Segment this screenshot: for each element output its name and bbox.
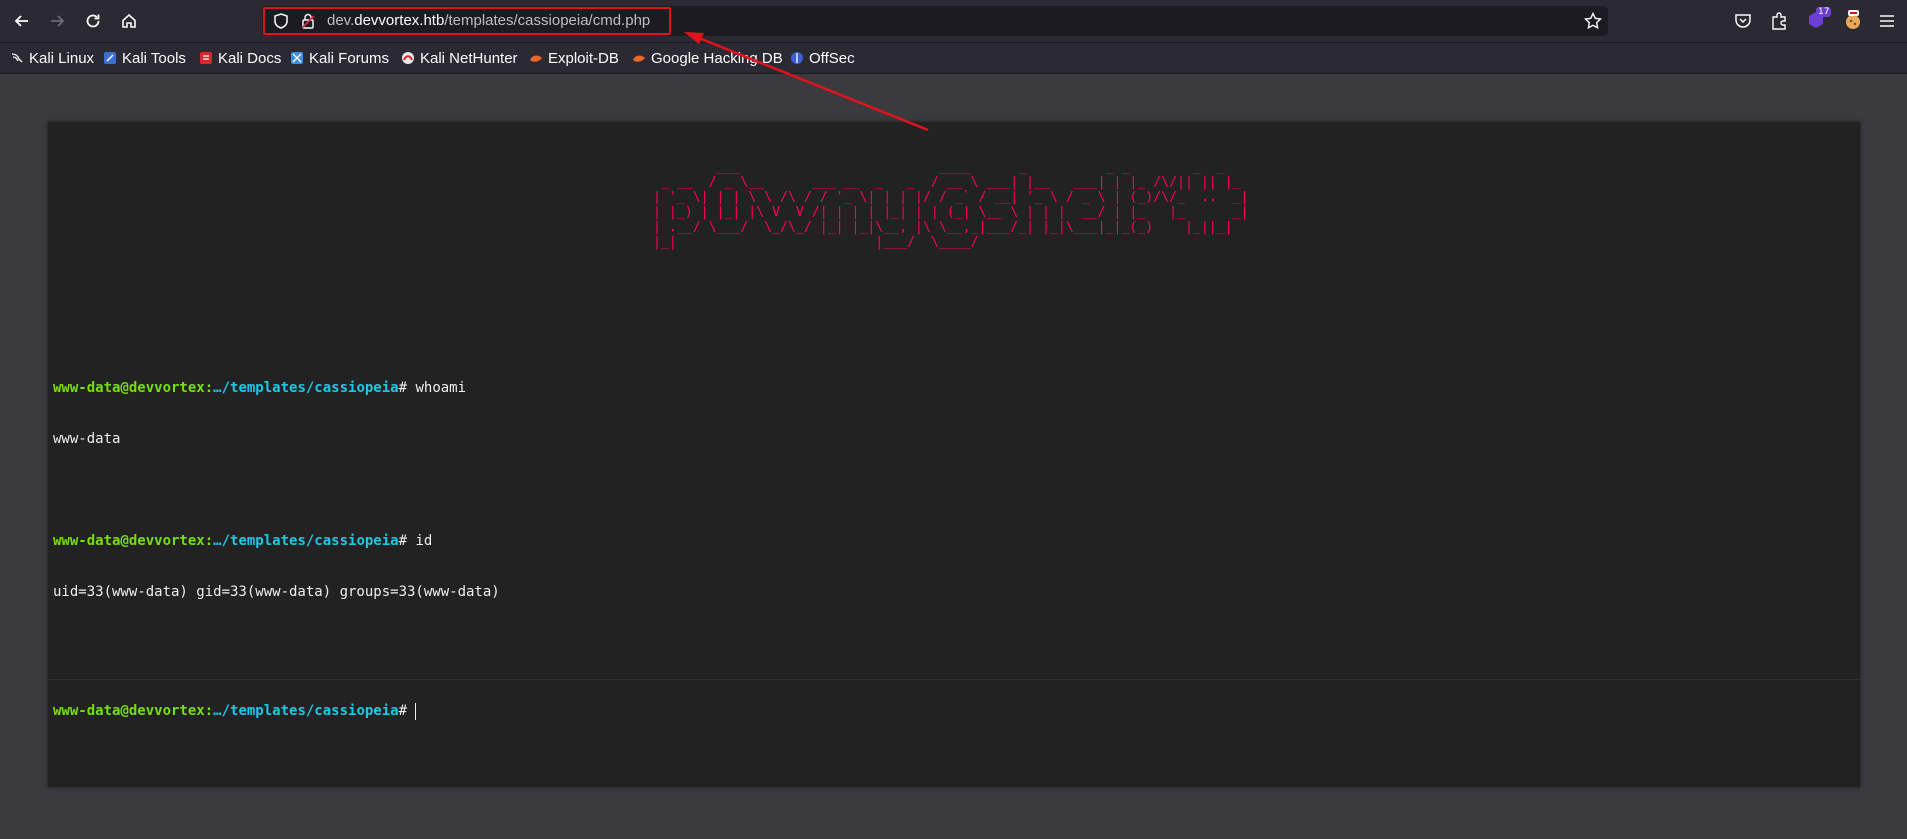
- bookmark-kali-forums[interactable]: Kali Forums: [290, 48, 389, 68]
- prompt-separator: :: [204, 533, 214, 549]
- prompt-separator: :: [204, 380, 214, 396]
- home-button[interactable]: [115, 7, 143, 35]
- prompt-path: …/templates/cassiopeia: [213, 702, 399, 719]
- prompt-user: www-data@devvortex: [53, 702, 205, 719]
- bookmarks-toolbar: Kali Linux Kali Tools Kali Docs Kali For…: [0, 43, 1907, 74]
- menu-icon[interactable]: [1877, 11, 1897, 31]
- bookmark-google-hacking-db[interactable]: Google Hacking DB: [632, 48, 783, 68]
- reload-button[interactable]: [79, 7, 107, 35]
- shell-ascii-banner: ___ ____ _ _ _ _ _ _ __ / _ \__ ___ __ _…: [653, 160, 1249, 250]
- nethunter-icon: [402, 52, 414, 64]
- shell-blank-line: [53, 482, 1853, 499]
- arrow-right-icon: [51, 15, 65, 27]
- prompt-path: …/templates/cassiopeia: [213, 533, 399, 549]
- back-button[interactable]: [8, 7, 36, 35]
- exploit-db-icon: [530, 55, 542, 62]
- url-text[interactable]: dev.devvortex.htb/templates/cassiopeia/c…: [327, 12, 650, 29]
- bookmark-label: Kali Docs: [218, 49, 282, 67]
- bookmark-offsec[interactable]: OffSec: [790, 48, 855, 68]
- prompt-user: www-data@devvortex: [53, 533, 205, 549]
- reload-icon: [86, 14, 100, 28]
- kali-dragon-icon: [11, 53, 23, 63]
- bookmark-exploit-db[interactable]: Exploit-DB: [529, 48, 619, 68]
- bookmark-kali-nethunter[interactable]: Kali NetHunter: [401, 48, 518, 68]
- shell-command-output: www-data: [53, 431, 121, 447]
- shell-command-input[interactable]: [415, 702, 1817, 720]
- extension-badge-button[interactable]: 17: [1806, 7, 1832, 32]
- home-icon: [122, 13, 136, 28]
- prompt-hash: #: [398, 533, 408, 549]
- prompt-path: …/templates/cassiopeia: [213, 380, 399, 396]
- page-content: ___ ____ _ _ _ _ _ _ __ / _ \__ ___ __ _…: [0, 74, 1907, 839]
- extensions-icon[interactable]: [1769, 11, 1789, 31]
- bookmark-label: Kali Linux: [29, 49, 95, 67]
- prompt-hash: #: [398, 702, 408, 719]
- bookmark-label: Kali Forums: [309, 49, 390, 67]
- url-domain: devvortex.htb: [354, 12, 445, 29]
- bookmark-kali-tools[interactable]: Kali Tools: [103, 48, 186, 68]
- arrow-left-icon: [14, 15, 28, 27]
- shield-icon[interactable]: [272, 12, 290, 30]
- kali-forums-icon: [291, 52, 303, 64]
- cookie-extension-button[interactable]: [1843, 9, 1865, 33]
- bookmark-label: OffSec: [809, 49, 855, 67]
- bookmark-label: Kali Tools: [122, 49, 186, 67]
- forward-button[interactable]: [43, 7, 71, 35]
- kali-tools-icon: [104, 52, 116, 64]
- prompt-hash: #: [398, 380, 408, 396]
- bookmark-kali-docs[interactable]: Kali Docs: [199, 48, 281, 68]
- shell-command: id: [415, 533, 433, 549]
- bookmark-kali-linux[interactable]: Kali Linux: [10, 48, 94, 68]
- shell-input-row: www-data@devvortex: …/templates/cassiopei…: [53, 702, 1817, 720]
- shell-command-line: www-data@devvortex:…/templates/cassiopei…: [53, 533, 1853, 550]
- pocket-icon[interactable]: [1733, 11, 1753, 31]
- browser-toolbar: dev.devvortex.htb/templates/cassiopeia/c…: [0, 0, 1907, 43]
- input-divider: [48, 679, 1860, 680]
- extension-badge-count: 17: [1816, 7, 1832, 17]
- shell-command-output: uid=33(www-data) gid=33(www-data) groups…: [53, 584, 500, 600]
- shell-command-line: www-data@devvortex:…/templates/cassiopei…: [53, 380, 1853, 397]
- bookmark-label: Exploit-DB: [548, 49, 619, 67]
- p0wny-shell-terminal: ___ ____ _ _ _ _ _ _ __ / _ \__ ___ __ _…: [48, 122, 1860, 787]
- offsec-icon: [791, 52, 803, 64]
- kali-docs-icon: [200, 52, 212, 64]
- shell-output: www-data@devvortex:…/templates/cassiopei…: [53, 346, 1853, 706]
- url-prefix: dev.: [327, 12, 355, 29]
- shell-command: whoami: [415, 380, 467, 396]
- bookmark-label: Kali NetHunter: [420, 49, 518, 67]
- url-path: /templates/cassiopeia/cmd.php: [444, 12, 651, 29]
- insecure-lock-icon[interactable]: [299, 12, 317, 30]
- bookmark-star-icon[interactable]: [1583, 11, 1603, 31]
- prompt-user: www-data@devvortex: [53, 380, 205, 396]
- cookie-icon: [1846, 10, 1860, 29]
- bookmark-label: Google Hacking DB: [651, 49, 783, 67]
- ghdb-icon: [633, 55, 645, 62]
- prompt-separator: :: [204, 702, 214, 719]
